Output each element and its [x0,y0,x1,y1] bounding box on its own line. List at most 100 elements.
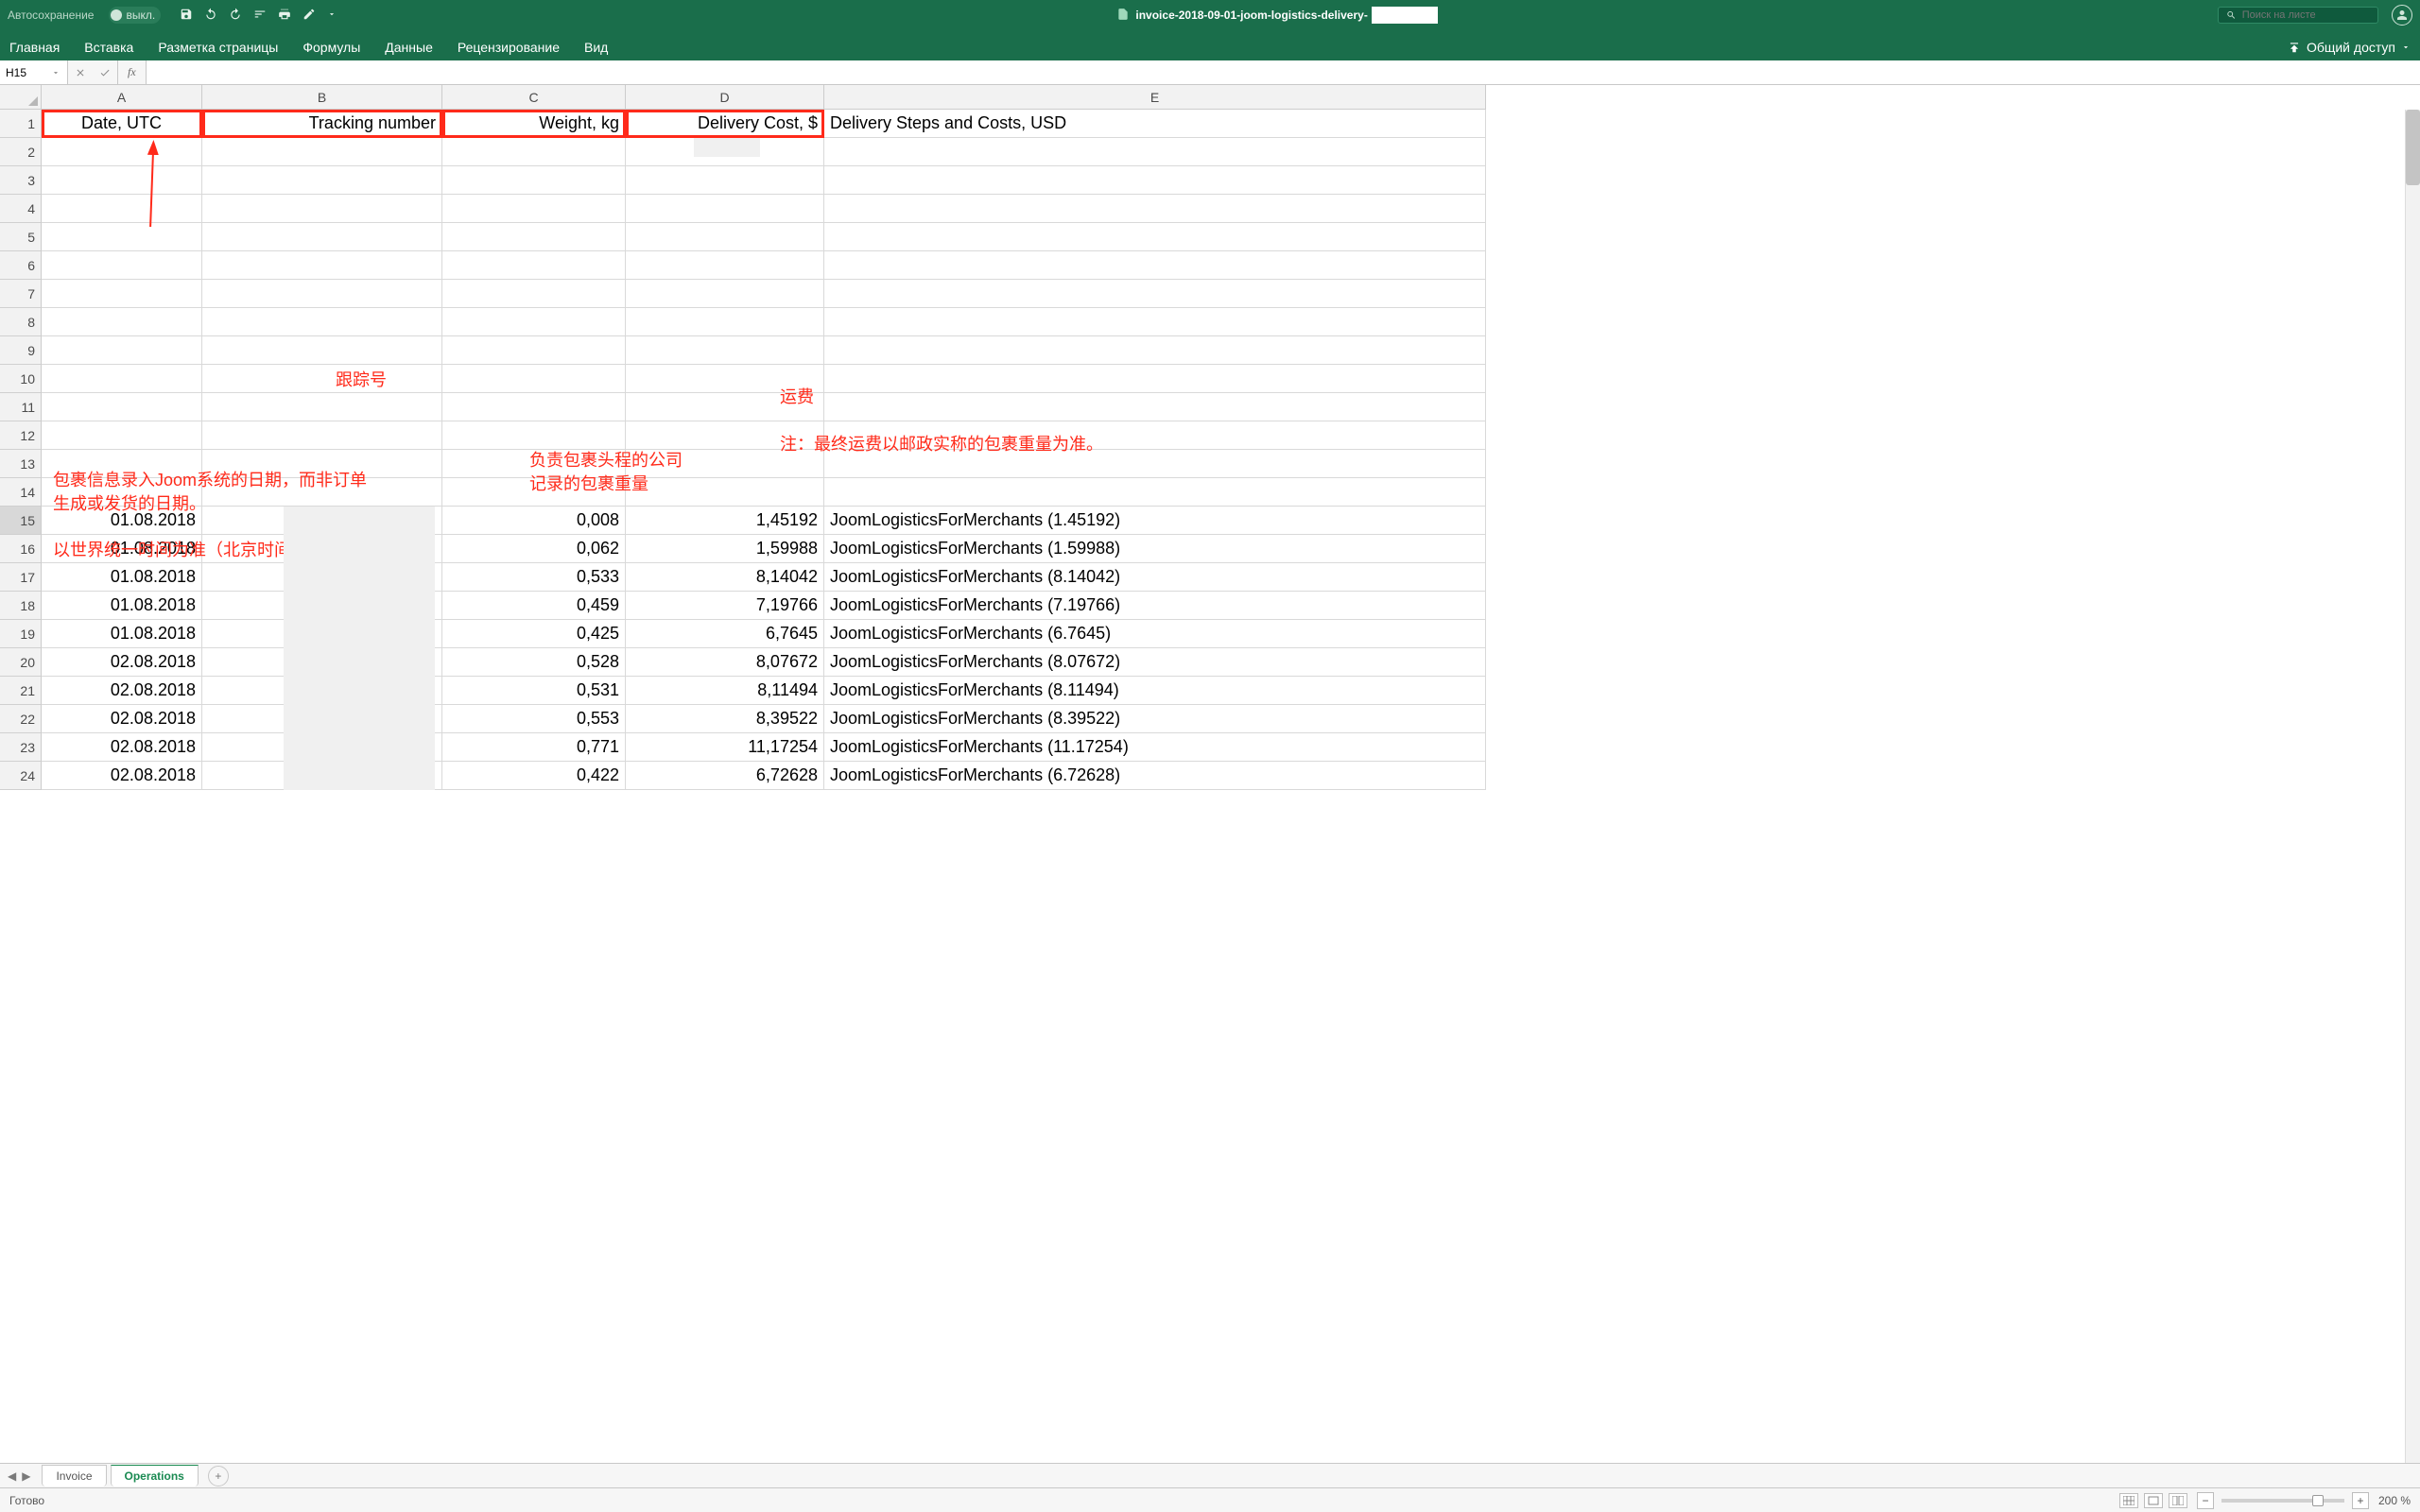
cell[interactable] [442,393,626,421]
formula-input[interactable] [147,60,2420,84]
cell[interactable] [626,223,824,251]
cell[interactable]: JoomLogisticsForMerchants (11.17254) [824,733,1486,762]
tab-review[interactable]: Рецензирование [458,40,560,55]
cell[interactable]: JoomLogisticsForMerchants (8.39522) [824,705,1486,733]
cell[interactable]: 0,533 [442,563,626,592]
cell[interactable] [42,336,202,365]
col-header-C[interactable]: C [442,85,626,110]
row-header[interactable]: 24 [0,762,42,790]
cell[interactable]: JoomLogisticsForMerchants (8.14042) [824,563,1486,592]
cell[interactable]: 01.08.2018 [42,563,202,592]
print-icon[interactable] [278,8,291,24]
vertical-scrollbar[interactable] [2405,110,2420,1463]
cell[interactable] [824,336,1486,365]
cell[interactable]: 8,14042 [626,563,824,592]
cell[interactable] [42,166,202,195]
cell[interactable] [824,251,1486,280]
cell[interactable] [202,195,442,223]
zoom-level[interactable]: 200 % [2378,1494,2411,1507]
row-header[interactable]: 5 [0,223,42,251]
row-header[interactable]: 22 [0,705,42,733]
cell[interactable] [626,251,824,280]
cell[interactable] [824,280,1486,308]
cell[interactable] [824,223,1486,251]
row-header[interactable]: 15 [0,507,42,535]
cell[interactable]: 0,425 [442,620,626,648]
tab-home[interactable]: Главная [9,40,60,55]
spreadsheet-grid[interactable]: A B C D E 123456789101112131415161718192… [0,85,2420,1463]
row-header[interactable]: 20 [0,648,42,677]
select-all-corner[interactable] [0,85,42,110]
zoom-out-button[interactable]: − [2197,1492,2214,1509]
autosave-toggle[interactable]: выкл. [109,7,161,24]
cell[interactable] [202,223,442,251]
row-header[interactable]: 9 [0,336,42,365]
row-header[interactable]: 21 [0,677,42,705]
cell[interactable] [824,166,1486,195]
cell[interactable]: 1,45192 [626,507,824,535]
cell[interactable] [824,393,1486,421]
cell[interactable] [626,308,824,336]
cell[interactable]: 6,7645 [626,620,824,648]
zoom-slider[interactable] [2221,1499,2344,1503]
cell[interactable]: 11,17254 [626,733,824,762]
col-header-B[interactable]: B [202,85,442,110]
cell[interactable]: 1,59988 [626,535,824,563]
col-header-D[interactable]: D [626,85,824,110]
cell[interactable] [626,280,824,308]
sheet-tab-operations[interactable]: Operations [111,1465,199,1486]
more-icon[interactable] [327,8,337,24]
cell[interactable]: 02.08.2018 [42,677,202,705]
cell[interactable]: 0,531 [442,677,626,705]
row-header[interactable]: 14 [0,478,42,507]
cell[interactable]: 0,008 [442,507,626,535]
sheet-search-input[interactable] [2242,9,2370,21]
cell[interactable]: 02.08.2018 [42,762,202,790]
cell[interactable]: JoomLogisticsForMerchants (1.45192) [824,507,1486,535]
cell[interactable]: 0,062 [442,535,626,563]
sheet-search[interactable] [2218,7,2378,24]
cell[interactable]: Delivery Steps and Costs, USD [824,110,1486,138]
tab-data[interactable]: Данные [385,40,433,55]
cell[interactable]: 8,07672 [626,648,824,677]
cell[interactable] [202,251,442,280]
cell[interactable]: 01.08.2018 [42,592,202,620]
cell[interactable] [824,195,1486,223]
cell[interactable] [42,421,202,450]
cell[interactable] [824,365,1486,393]
cell[interactable]: Delivery Cost, $ [626,110,824,138]
cell[interactable] [42,138,202,166]
row-header[interactable]: 19 [0,620,42,648]
row-header[interactable]: 3 [0,166,42,195]
cell[interactable]: 6,72628 [626,762,824,790]
row-header[interactable]: 18 [0,592,42,620]
cell[interactable] [626,195,824,223]
cell[interactable] [442,138,626,166]
undo-icon[interactable] [204,8,217,24]
cell[interactable] [824,308,1486,336]
cell[interactable] [202,280,442,308]
cell[interactable]: JoomLogisticsForMerchants (6.7645) [824,620,1486,648]
cell[interactable] [202,421,442,450]
cell[interactable] [442,308,626,336]
cancel-icon[interactable] [68,67,93,78]
cell[interactable] [442,280,626,308]
cell[interactable] [42,251,202,280]
cell[interactable] [442,166,626,195]
cell[interactable]: 7,19766 [626,592,824,620]
cell[interactable] [442,251,626,280]
cell[interactable]: 0,459 [442,592,626,620]
redo-icon[interactable] [229,8,242,24]
cell[interactable] [42,365,202,393]
cell[interactable] [442,421,626,450]
row-header[interactable]: 2 [0,138,42,166]
cell[interactable]: 02.08.2018 [42,733,202,762]
save-icon[interactable] [180,8,193,24]
fx-label[interactable]: fx [118,60,147,84]
cell[interactable] [626,166,824,195]
col-header-A[interactable]: A [42,85,202,110]
sheet-tab-invoice[interactable]: Invoice [42,1465,106,1486]
row-header[interactable]: 6 [0,251,42,280]
tab-formulas[interactable]: Формулы [302,40,360,55]
row-header[interactable]: 10 [0,365,42,393]
